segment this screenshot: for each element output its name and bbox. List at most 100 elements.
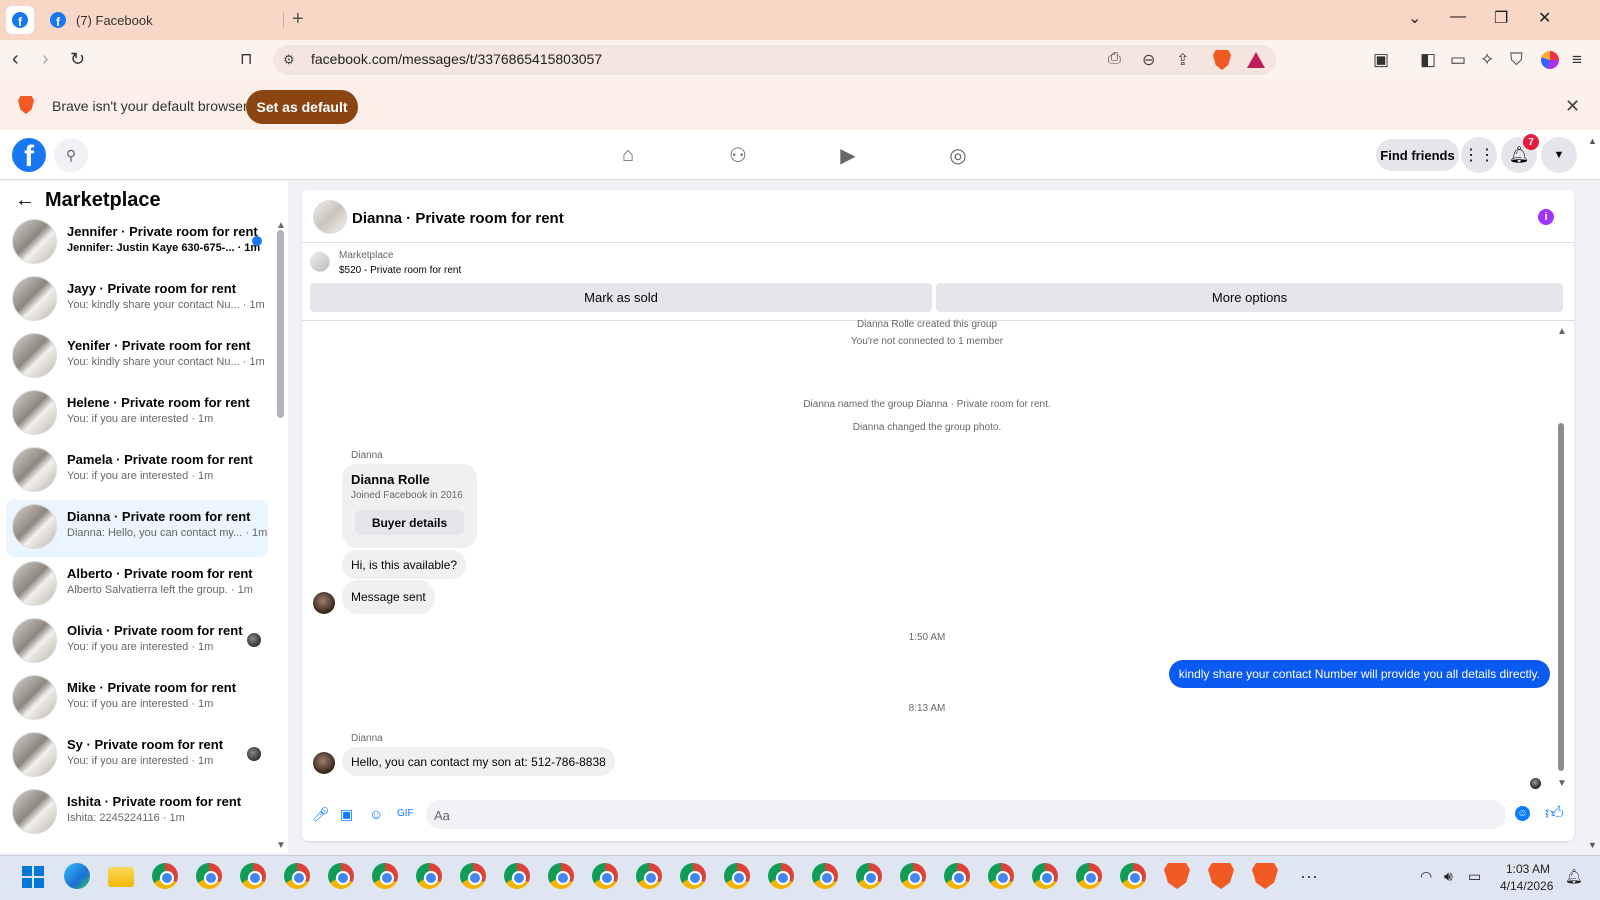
thumbs-up-icon[interactable]: 👍︎ bbox=[1545, 802, 1564, 824]
search-icon[interactable]: ⚲ bbox=[54, 138, 88, 172]
video-icon[interactable]: ▶ bbox=[833, 140, 863, 170]
url-text[interactable]: facebook.com/messages/t/3376865415803057 bbox=[311, 51, 602, 67]
more-apps-icon[interactable]: ··· bbox=[1300, 866, 1318, 887]
wallet-icon[interactable]: ▭ bbox=[1450, 50, 1466, 70]
chrome-profile-icon[interactable] bbox=[636, 863, 662, 889]
windows-start-icon[interactable] bbox=[22, 866, 44, 888]
close-window-button[interactable]: ✕ bbox=[1538, 8, 1551, 28]
battery-icon[interactable]: ▭ bbox=[1468, 868, 1481, 885]
incoming-message[interactable]: Message sent bbox=[342, 580, 435, 614]
chat-scroll-up-arrow-icon[interactable]: ▲ bbox=[1557, 326, 1567, 337]
chrome-profile-icon[interactable] bbox=[460, 863, 486, 889]
conversation-item[interactable]: Ishita · Private room for rent Ishita: 22… bbox=[6, 785, 268, 842]
clock-date[interactable]: 4/14/2026 bbox=[1500, 879, 1553, 893]
chrome-profile-icon[interactable] bbox=[988, 863, 1014, 889]
chrome-profile-icon[interactable] bbox=[416, 863, 442, 889]
conversation-item[interactable]: Jennifer · Private room for rent Jennifer… bbox=[6, 215, 268, 272]
notification-center-icon[interactable]: 🔔︎ bbox=[1565, 868, 1583, 885]
listing-thumbnail[interactable] bbox=[310, 252, 330, 272]
conversation-item[interactable]: Olivia · Private room for rent You: if yo… bbox=[6, 614, 268, 671]
leo-ai-icon[interactable]: ✧ bbox=[1480, 50, 1494, 70]
conversation-info-icon[interactable]: i bbox=[1538, 209, 1554, 225]
chrome-profile-icon[interactable] bbox=[900, 863, 926, 889]
buyer-details-button[interactable]: Buyer details bbox=[355, 510, 464, 535]
find-friends-button[interactable]: Find friends bbox=[1376, 139, 1459, 171]
clock-time[interactable]: 1:03 AM bbox=[1500, 862, 1550, 876]
more-options-button[interactable]: More options bbox=[936, 283, 1563, 312]
conversation-item[interactable]: Jayy · Private room for rent You: kindly … bbox=[6, 272, 268, 329]
chrome-profile-icon[interactable] bbox=[856, 863, 882, 889]
chat-header-avatar[interactable] bbox=[313, 200, 347, 234]
share-icon[interactable]: ⇪ bbox=[1176, 50, 1189, 70]
restore-button[interactable]: ❐ bbox=[1494, 8, 1508, 28]
zoom-icon[interactable]: ⊖ bbox=[1142, 50, 1155, 70]
file-explorer-icon[interactable] bbox=[108, 867, 134, 887]
bookmark-icon[interactable]: ⊓ bbox=[240, 49, 252, 71]
edge-icon[interactable] bbox=[64, 863, 90, 889]
tab-search-chevron-icon[interactable]: ⌄ bbox=[1408, 8, 1421, 28]
incoming-message[interactable]: Hello, you can contact my son at: 512-78… bbox=[342, 747, 615, 776]
chrome-profile-icon[interactable] bbox=[240, 863, 266, 889]
chat-title[interactable]: Dianna · Private room for rent bbox=[352, 210, 564, 227]
volume-icon[interactable]: 🔊︎ bbox=[1444, 868, 1453, 885]
set-as-default-button[interactable]: Set as default bbox=[246, 90, 358, 124]
chrome-profile-icon[interactable] bbox=[548, 863, 574, 889]
tab-facebook[interactable]: f (7) Facebook bbox=[44, 4, 284, 36]
attach-photo-icon[interactable]: ▣ bbox=[340, 806, 353, 823]
sticker-icon[interactable]: ☺ bbox=[369, 806, 383, 822]
chrome-profile-icon[interactable] bbox=[372, 863, 398, 889]
back-arrow-icon[interactable]: ← bbox=[15, 189, 35, 212]
facebook-logo-icon[interactable]: f bbox=[12, 138, 46, 172]
scroll-down-arrow-icon[interactable]: ▼ bbox=[276, 840, 286, 851]
chrome-profile-icon[interactable] bbox=[284, 863, 310, 889]
chat-scrollbar[interactable] bbox=[1558, 423, 1564, 771]
conversation-list-scrollbar[interactable] bbox=[277, 230, 284, 418]
conversation-item[interactable]: Sy · Private room for rent You: if you ar… bbox=[6, 728, 268, 785]
reader-mode-icon[interactable]: ▣ bbox=[1373, 50, 1389, 70]
chrome-profile-icon[interactable] bbox=[768, 863, 794, 889]
sidebar-toggle-icon[interactable]: ◧ bbox=[1420, 50, 1436, 70]
chrome-profile-icon[interactable] bbox=[680, 863, 706, 889]
message-input[interactable] bbox=[434, 804, 1494, 826]
groups-icon[interactable]: ◎ bbox=[943, 140, 973, 170]
chrome-profile-icon[interactable] bbox=[1032, 863, 1058, 889]
gif-icon[interactable]: GIF bbox=[397, 808, 414, 819]
incoming-message[interactable]: Hi, is this available? bbox=[342, 550, 467, 579]
mark-as-sold-button[interactable]: Mark as sold bbox=[310, 283, 932, 312]
conversation-item[interactable]: Alberto · Private room for rent Alberto S… bbox=[6, 557, 268, 614]
outgoing-message[interactable]: kindly share your contact Number will pr… bbox=[1168, 660, 1550, 688]
chrome-profile-icon[interactable] bbox=[196, 863, 222, 889]
back-button[interactable]: ‹ bbox=[12, 48, 19, 70]
chrome-profile-icon[interactable] bbox=[812, 863, 838, 889]
conversation-item[interactable]: Pamela · Private room for rent You: if yo… bbox=[6, 443, 268, 500]
conversation-item[interactable]: Yenifer · Private room for rent You: kind… bbox=[6, 329, 268, 386]
pinned-facebook-tab[interactable]: f bbox=[6, 6, 34, 34]
conversation-item[interactable]: Helene · Private room for rent You: if yo… bbox=[6, 386, 268, 443]
chrome-profile-icon[interactable] bbox=[328, 863, 354, 889]
chrome-profile-icon[interactable] bbox=[504, 863, 530, 889]
chrome-profile-icon[interactable] bbox=[1076, 863, 1102, 889]
conversation-item[interactable]: Mike · Private room for rent You: if you … bbox=[6, 671, 268, 728]
chrome-profile-icon[interactable] bbox=[724, 863, 750, 889]
emoji-icon[interactable]: ☺ bbox=[1515, 806, 1530, 821]
voice-clip-icon[interactable]: 🎤︎ bbox=[312, 806, 330, 823]
chrome-profile-icon[interactable] bbox=[1120, 863, 1146, 889]
conversation-item[interactable]: Dianna · Private room for rent Dianna: He… bbox=[6, 500, 268, 557]
new-tab-button[interactable]: + bbox=[292, 8, 304, 30]
page-scroll-down-arrow-icon[interactable]: ▼ bbox=[1588, 840, 1597, 850]
chrome-profile-icon[interactable] bbox=[592, 863, 618, 889]
menu-grid-icon[interactable]: ⋮⋮ bbox=[1461, 137, 1497, 173]
profile-icon[interactable] bbox=[1541, 51, 1559, 69]
home-icon[interactable]: ⌂ bbox=[613, 140, 643, 170]
chrome-profile-icon[interactable] bbox=[944, 863, 970, 889]
forward-button[interactable]: › bbox=[42, 48, 49, 70]
friends-icon[interactable]: ⚇ bbox=[723, 140, 753, 170]
account-chevron-down-icon[interactable]: ▼ bbox=[1541, 137, 1577, 173]
brave-rewards-icon[interactable] bbox=[1247, 52, 1265, 68]
install-app-icon[interactable]: ⎙ bbox=[1108, 50, 1121, 68]
vpn-icon[interactable]: ⛉ bbox=[1510, 50, 1523, 70]
site-info-icon[interactable]: ⚙ bbox=[283, 52, 295, 68]
sender-avatar[interactable] bbox=[313, 752, 335, 774]
menu-icon[interactable]: ≡ bbox=[1572, 50, 1582, 70]
listing-price-title[interactable]: $520 - Private room for rent bbox=[339, 265, 461, 276]
